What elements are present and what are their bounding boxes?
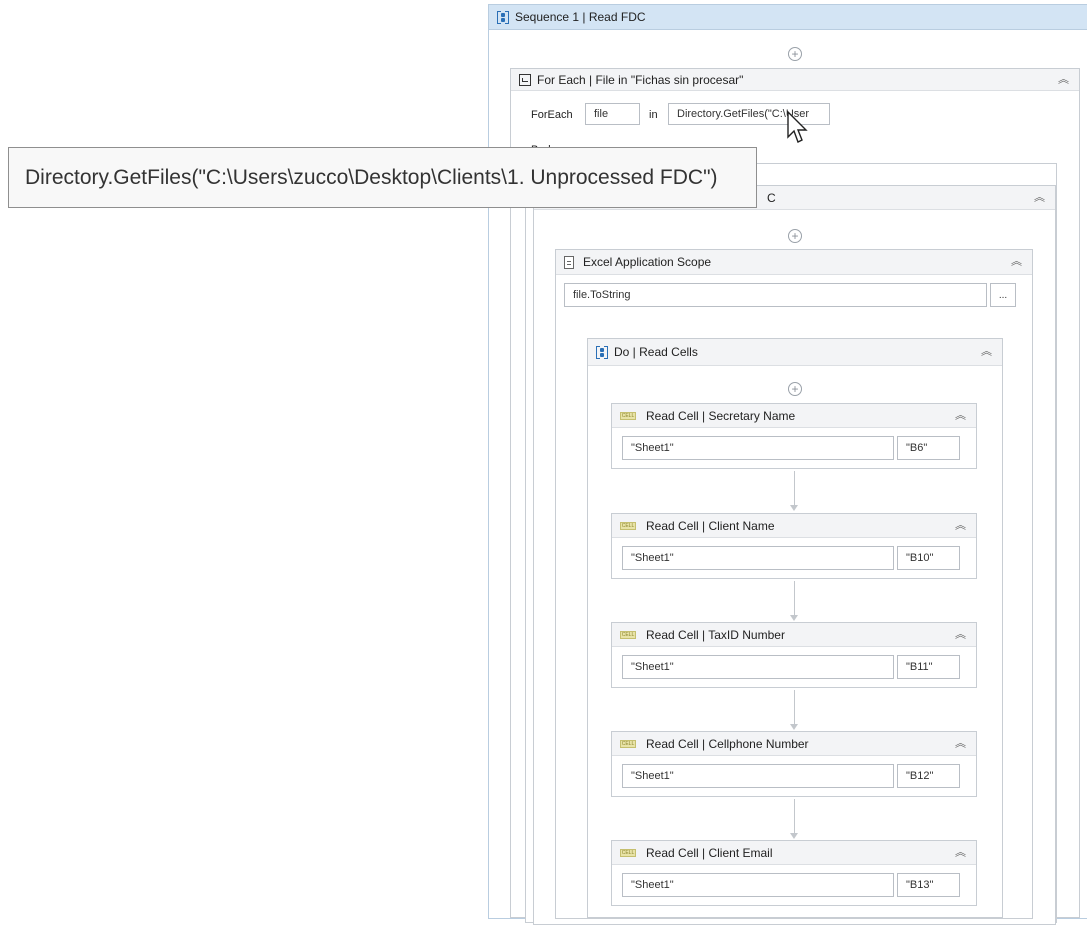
read-cell-title: Read Cell | TaxID Number: [646, 627, 785, 642]
read-cell-activity[interactable]: CELL Read Cell | Secretary Name ︽ "Sheet…: [611, 403, 977, 469]
flow-arrow-icon: [790, 505, 798, 511]
excel-scope-header[interactable]: Excel Application Scope ︽: [556, 250, 1032, 275]
flow-connector: [794, 471, 795, 505]
read-cell-title: Read Cell | Client Name: [646, 518, 775, 533]
flow-connector: [794, 581, 795, 615]
cell-address-input[interactable]: "B10": [897, 546, 960, 570]
body-sequence-title: C: [767, 190, 776, 205]
foreach-item-input[interactable]: file: [585, 103, 640, 125]
add-activity-icon[interactable]: +: [788, 229, 802, 243]
sequence-icon: [596, 345, 608, 359]
mouse-cursor-icon: [787, 111, 808, 143]
foreach-icon: [519, 73, 531, 86]
read-cell-activity[interactable]: CELL Read Cell | Cellphone Number ︽ "She…: [611, 731, 977, 797]
read-cell-header[interactable]: CELL Read Cell | TaxID Number ︽: [612, 623, 976, 647]
cell-address-input[interactable]: "B11": [897, 655, 960, 679]
collapse-icon[interactable]: ︽: [955, 520, 966, 531]
collapse-icon[interactable]: ︽: [981, 346, 992, 358]
workbook-path-input[interactable]: file.ToString: [564, 283, 987, 307]
add-activity-icon[interactable]: +: [788, 47, 802, 61]
do-sequence-header[interactable]: Do | Read Cells ︽: [588, 339, 1002, 366]
read-cell-icon: CELL: [620, 521, 636, 530]
sequence-icon: [497, 10, 509, 24]
excel-scope-title: Excel Application Scope: [583, 255, 712, 269]
in-label: in: [649, 109, 658, 121]
foreach-header[interactable]: For Each | File in "Fichas sin procesar"…: [511, 69, 1079, 91]
sheet-name-input[interactable]: "Sheet1": [622, 655, 894, 679]
expression-tooltip: Directory.GetFiles("C:\Users\zucco\Deskt…: [8, 147, 757, 208]
collapse-icon[interactable]: ︽: [955, 410, 966, 421]
read-cell-activity[interactable]: CELL Read Cell | TaxID Number ︽ "Sheet1"…: [611, 622, 977, 688]
read-cell-header[interactable]: CELL Read Cell | Cellphone Number ︽: [612, 732, 976, 756]
sequence-header[interactable]: Sequence 1 | Read FDC: [489, 5, 1087, 30]
cell-address-input[interactable]: "B6": [897, 436, 960, 460]
read-cell-icon: CELL: [620, 411, 636, 420]
read-cell-icon: CELL: [620, 848, 636, 857]
foreach-title: For Each | File in "Fichas sin procesar": [537, 72, 744, 87]
read-cell-icon: CELL: [620, 630, 636, 639]
sheet-name-input[interactable]: "Sheet1": [622, 436, 894, 460]
read-cell-title: Read Cell | Cellphone Number: [646, 736, 809, 751]
flow-arrow-icon: [790, 833, 798, 839]
read-cell-title: Read Cell | Secretary Name: [646, 408, 796, 423]
flow-arrow-icon: [790, 615, 798, 621]
sheet-name-input[interactable]: "Sheet1": [622, 546, 894, 570]
excel-scope-icon: [564, 255, 574, 269]
cell-address-input[interactable]: "B12": [897, 764, 960, 788]
collapse-icon[interactable]: ︽: [1034, 192, 1045, 203]
foreach-label: ForEach: [531, 109, 573, 121]
browse-button[interactable]: ...: [990, 283, 1016, 307]
flow-connector: [794, 690, 795, 724]
read-cell-header[interactable]: CELL Read Cell | Client Email ︽: [612, 841, 976, 865]
cell-address-input[interactable]: "B13": [897, 873, 960, 897]
collapse-icon[interactable]: ︽: [955, 847, 966, 858]
read-cell-header[interactable]: CELL Read Cell | Client Name ︽: [612, 514, 976, 538]
read-cell-title: Read Cell | Client Email: [646, 845, 773, 860]
read-cell-icon: CELL: [620, 739, 636, 748]
sheet-name-input[interactable]: "Sheet1": [622, 873, 894, 897]
add-activity-icon[interactable]: +: [788, 382, 802, 396]
collapse-icon[interactable]: ︽: [955, 629, 966, 640]
read-cell-activity[interactable]: CELL Read Cell | Client Email ︽ "Sheet1"…: [611, 840, 977, 906]
collapse-icon[interactable]: ︽: [1011, 256, 1022, 268]
flow-connector: [794, 799, 795, 833]
sequence-title: Sequence 1 | Read FDC: [515, 10, 646, 24]
do-sequence-title: Do | Read Cells: [614, 345, 698, 359]
read-cell-header[interactable]: CELL Read Cell | Secretary Name ︽: [612, 404, 976, 428]
collapse-icon[interactable]: ︽: [955, 738, 966, 749]
flow-arrow-icon: [790, 724, 798, 730]
collapse-icon[interactable]: ︽: [1058, 74, 1069, 85]
read-cell-activity[interactable]: CELL Read Cell | Client Name ︽ "Sheet1" …: [611, 513, 977, 579]
sheet-name-input[interactable]: "Sheet1": [622, 764, 894, 788]
